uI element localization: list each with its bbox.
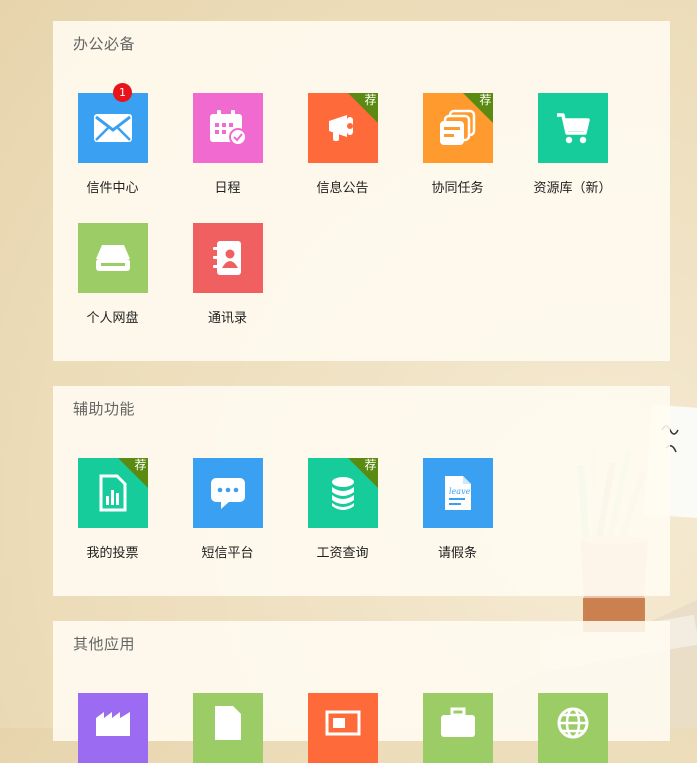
document-icon xyxy=(192,693,263,763)
section-title: 辅助功能 xyxy=(73,400,136,418)
app-label: 协同任务 xyxy=(431,181,484,196)
section-title: 其他应用 xyxy=(73,635,136,653)
section-other-apps: 其他应用 xyxy=(53,621,670,763)
megaphone-icon: 荐 xyxy=(307,93,378,163)
recommend-label: 荐 xyxy=(364,458,377,472)
app-mail-center[interactable]: 1 信件中心 xyxy=(55,83,170,196)
unread-badge: 1 xyxy=(113,83,132,102)
disk-icon xyxy=(77,223,148,293)
app-leave-request[interactable]: leave 请假条 xyxy=(400,458,515,561)
app-label: 日程 xyxy=(214,181,241,196)
section-office-essentials: 办公必备 1 信件中心 日程 荐 信息公告 荐 协同任务 资源库（新） 个人网盘… xyxy=(53,21,670,361)
app-label: 信息公告 xyxy=(316,181,369,196)
envelope-icon xyxy=(77,93,148,163)
app-other-2[interactable] xyxy=(170,693,285,763)
app-other-4[interactable] xyxy=(400,693,515,763)
calendar-icon xyxy=(192,93,263,163)
app-announcements[interactable]: 荐 信息公告 xyxy=(285,93,400,196)
globe-icon xyxy=(537,693,608,763)
leave-text: leave xyxy=(449,487,471,496)
app-contacts[interactable]: 通讯录 xyxy=(170,223,285,326)
vote-chart-icon: 荐 xyxy=(77,458,148,528)
app-label: 请假条 xyxy=(437,546,477,561)
app-label: 工资查询 xyxy=(316,546,369,561)
section-title: 办公必备 xyxy=(73,35,136,53)
app-other-1[interactable] xyxy=(55,693,170,763)
app-schedule[interactable]: 日程 xyxy=(170,93,285,196)
recommend-label: 荐 xyxy=(134,458,147,472)
app-label: 资源库（新） xyxy=(533,181,612,196)
contacts-icon xyxy=(192,223,263,293)
app-personal-disk[interactable]: 个人网盘 xyxy=(55,223,170,326)
app-salary-query[interactable]: 荐 工资查询 xyxy=(285,458,400,561)
app-label: 个人网盘 xyxy=(86,311,139,326)
app-collab-tasks[interactable]: 荐 协同任务 xyxy=(400,93,515,196)
windows-stack-icon: 荐 xyxy=(422,93,493,163)
app-label: 我的投票 xyxy=(86,546,139,561)
leave-document-icon: leave xyxy=(422,458,493,528)
app-label: 通讯录 xyxy=(207,311,247,326)
app-other-5[interactable] xyxy=(515,693,630,763)
recommend-label: 荐 xyxy=(479,93,492,107)
section-auxiliary-functions: 辅助功能 荐 我的投票 短信平台 荐 工资查询 leave 请假条 xyxy=(53,386,670,596)
app-my-votes[interactable]: 荐 我的投票 xyxy=(55,458,170,561)
app-label: 短信平台 xyxy=(201,546,254,561)
monitor-icon xyxy=(307,693,378,763)
app-other-3[interactable] xyxy=(285,693,400,763)
app-resource-library[interactable]: 资源库（新） xyxy=(515,93,630,196)
app-sms-platform[interactable]: 短信平台 xyxy=(170,458,285,561)
recommend-label: 荐 xyxy=(364,93,377,107)
app-label: 信件中心 xyxy=(86,181,139,196)
coins-icon: 荐 xyxy=(307,458,378,528)
briefcase-icon xyxy=(422,693,493,763)
chat-bubble-icon xyxy=(192,458,263,528)
cart-icon xyxy=(537,93,608,163)
factory-icon xyxy=(77,693,148,763)
